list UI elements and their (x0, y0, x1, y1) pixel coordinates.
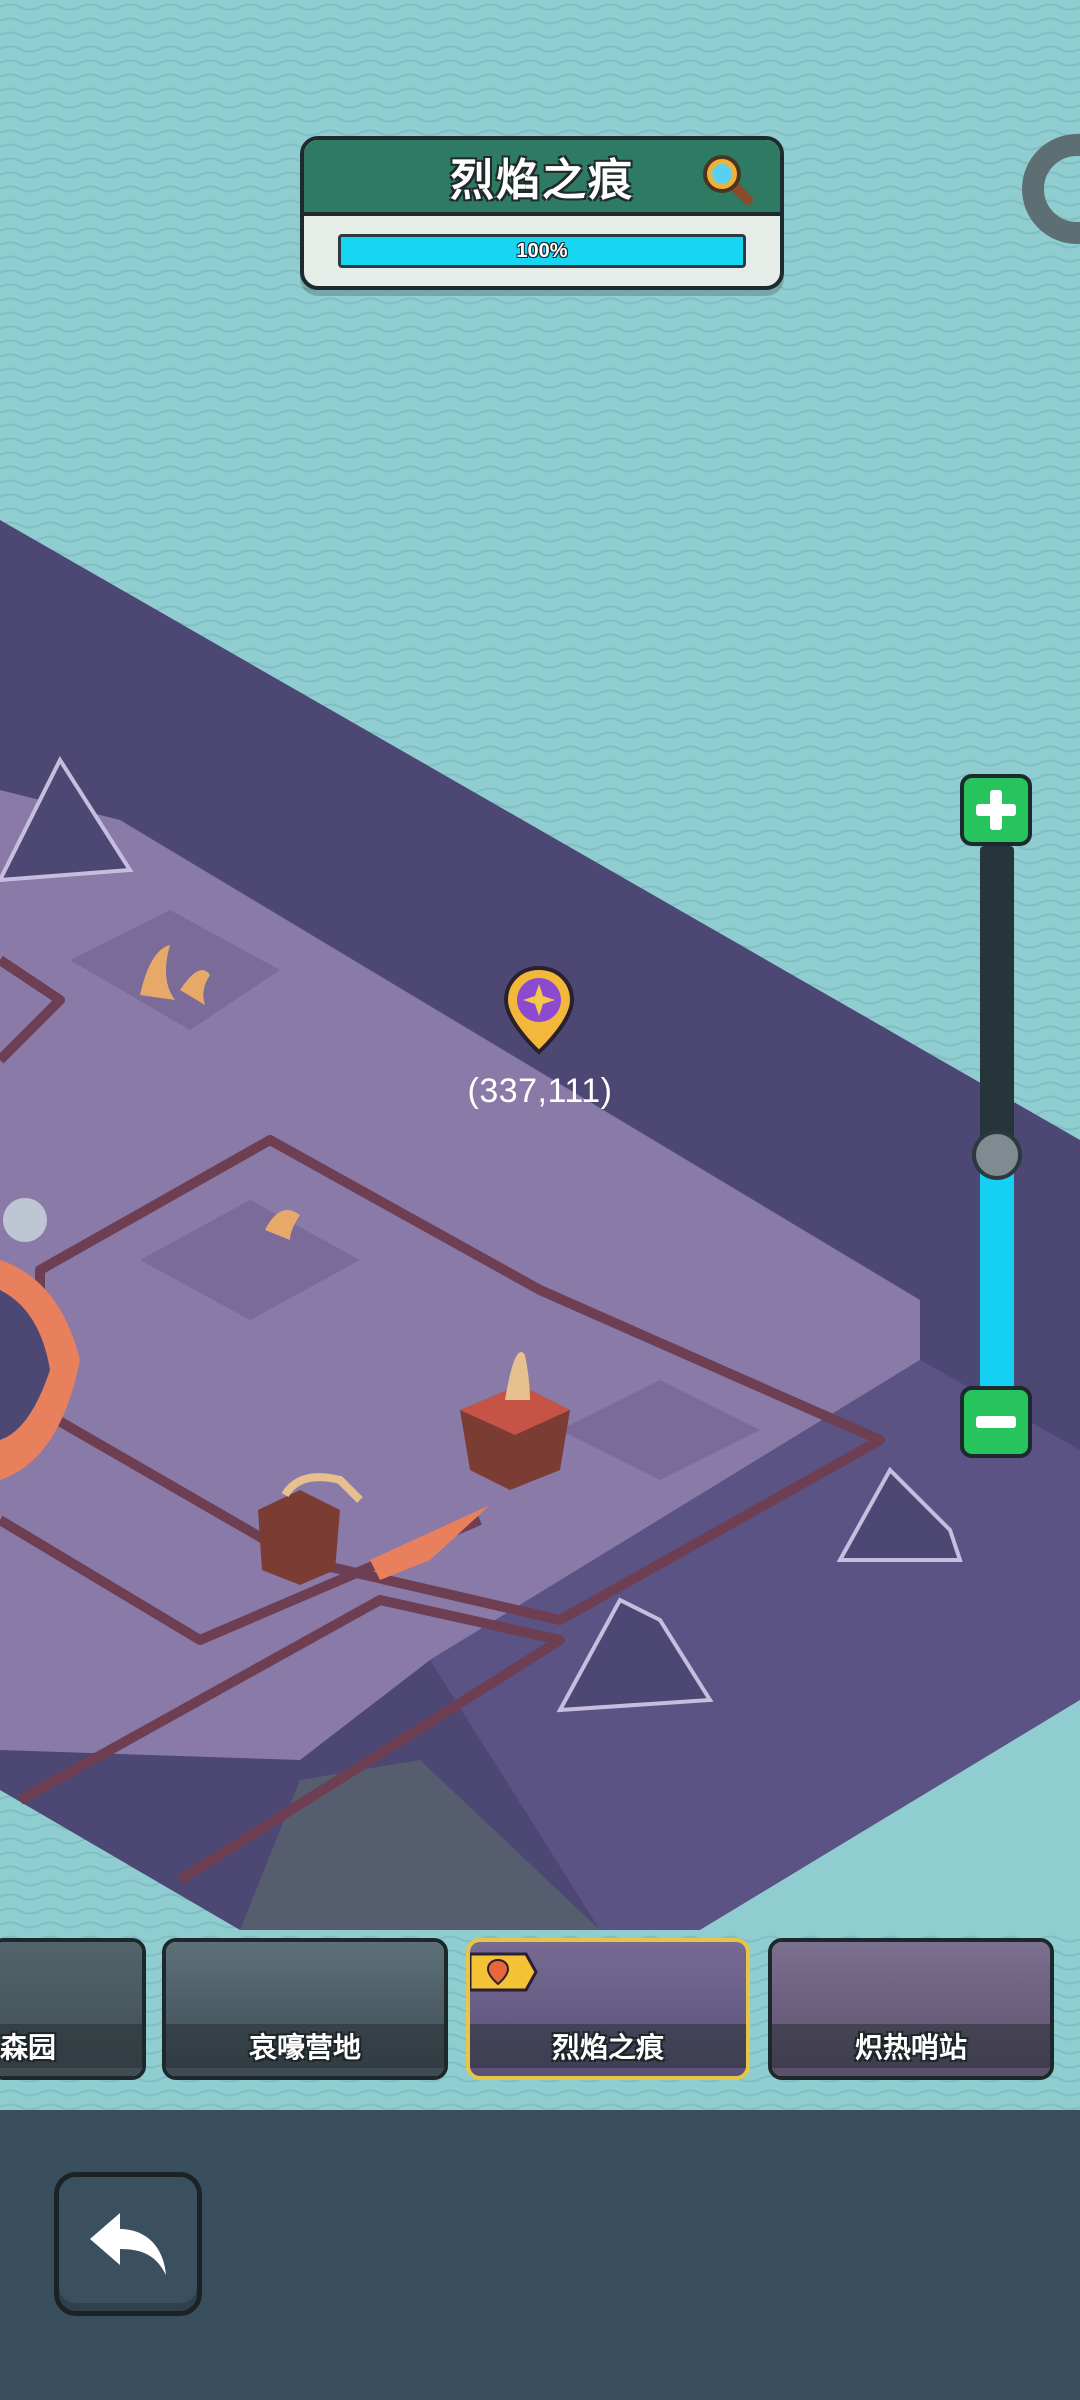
smoke (3, 1198, 47, 1242)
plus-icon (976, 790, 1016, 830)
zone-label: 哀嚎营地 (166, 2024, 444, 2068)
zone-card-wailing-camp[interactable]: 哀嚎营地 (162, 1938, 448, 2080)
zone-card-scorching-outpost[interactable]: 炽热哨站 (768, 1938, 1054, 2080)
zone-label: 烈焰之痕 (470, 2024, 746, 2068)
zone-card-garden[interactable]: 森园 (0, 1938, 146, 2080)
zoom-out-button[interactable] (960, 1386, 1032, 1458)
map-coordinates: (337,111) (467, 1072, 613, 1110)
area-title-card: 烈焰之痕 100% (300, 136, 784, 290)
zone-label: 炽热哨站 (772, 2024, 1050, 2068)
zoom-slider-track[interactable] (980, 846, 1014, 1388)
zoom-slider-thumb[interactable] (972, 1129, 1022, 1180)
zone-selector: 森园 哀嚎营地 烈焰之痕 炽热哨站 (0, 1938, 1080, 2088)
zoom-slider-fill (980, 1154, 1014, 1388)
area-title: 烈焰之痕 (450, 156, 634, 205)
magnifier-icon[interactable] (698, 150, 754, 206)
title-header: 烈焰之痕 (304, 140, 780, 216)
zoom-in-button[interactable] (960, 774, 1032, 846)
exploration-progress-bar: 100% (338, 234, 746, 268)
zone-label: 森园 (0, 2024, 142, 2068)
minus-icon (976, 1416, 1016, 1428)
current-location-flag-icon (470, 1952, 538, 1992)
zone-card-flame-scar[interactable]: 烈焰之痕 (466, 1938, 750, 2080)
location-pin-icon[interactable] (502, 964, 576, 1056)
back-button[interactable] (54, 2172, 202, 2316)
progress-label: 100% (516, 239, 568, 262)
back-arrow-icon (90, 2213, 166, 2275)
